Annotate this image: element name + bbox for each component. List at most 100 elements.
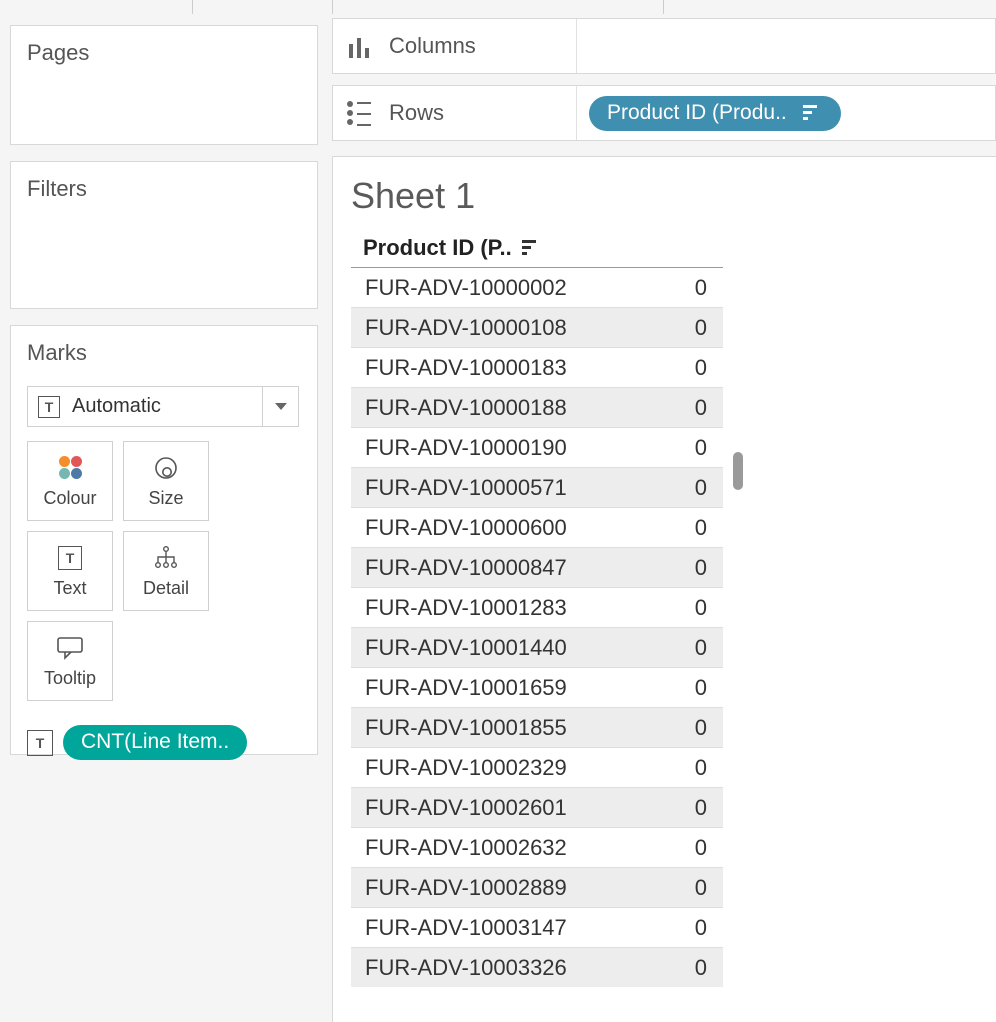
table-row[interactable]: FUR-ADV-10002632 0 bbox=[351, 827, 723, 867]
sort-icon bbox=[803, 105, 823, 121]
chevron-down-icon bbox=[275, 403, 287, 410]
text-mark-icon: T bbox=[38, 396, 60, 418]
tooltip-icon bbox=[56, 634, 84, 662]
product-id-cell: FUR-ADV-10002889 bbox=[365, 875, 567, 901]
product-id-cell: FUR-ADV-10002632 bbox=[365, 835, 567, 861]
table-row[interactable]: FUR-ADV-10001855 0 bbox=[351, 707, 723, 747]
table-row[interactable]: FUR-ADV-10001283 0 bbox=[351, 587, 723, 627]
marks-size-label: Size bbox=[148, 488, 183, 509]
marks-tooltip-button[interactable]: Tooltip bbox=[27, 621, 113, 701]
pages-shelf[interactable]: Pages bbox=[10, 25, 318, 145]
product-id-cell: FUR-ADV-10000190 bbox=[365, 435, 567, 461]
value-cell: 0 bbox=[695, 515, 707, 541]
ribbon-separator bbox=[663, 0, 664, 14]
marks-detail-button[interactable]: Detail bbox=[123, 531, 209, 611]
marks-colour-label: Colour bbox=[43, 488, 96, 509]
table-row[interactable]: FUR-ADV-100006000 bbox=[351, 507, 723, 547]
marks-text-label: Text bbox=[53, 578, 86, 599]
scrollbar-thumb[interactable] bbox=[733, 452, 743, 490]
rows-icon bbox=[347, 101, 375, 125]
value-cell: 0 bbox=[695, 475, 707, 501]
marks-size-button[interactable]: Size bbox=[123, 441, 209, 521]
rows-pill-label: Product ID (Produ.. bbox=[607, 101, 787, 124]
value-cell: 0 bbox=[695, 715, 707, 741]
product-id-cell: FUR-ADV-10000108 bbox=[365, 315, 567, 341]
table-row[interactable]: FUR-ADV-10000188 0 bbox=[351, 387, 723, 427]
marks-title: Marks bbox=[27, 340, 301, 366]
value-cell: 0 bbox=[695, 915, 707, 941]
product-id-cell: FUR-ADV-10001283 bbox=[365, 595, 567, 621]
table-row[interactable]: FUR-ADV-10001440 0 bbox=[351, 627, 723, 667]
product-id-cell: FUR-ADV-10000188 bbox=[365, 395, 567, 421]
value-cell: 0 bbox=[695, 675, 707, 701]
value-cell: 0 bbox=[695, 395, 707, 421]
columns-label: Columns bbox=[389, 33, 476, 59]
size-icon bbox=[152, 454, 180, 482]
product-id-cell: FUR-ADV-10000002 bbox=[365, 275, 567, 301]
product-id-cell: FUR-ADV-10000571 bbox=[365, 475, 567, 501]
view-column-header[interactable]: Product ID (P.. bbox=[363, 235, 996, 261]
worksheet-view[interactable]: Sheet 1 Product ID (P.. FUR-ADV-10000002… bbox=[332, 156, 996, 1022]
value-cell: 0 bbox=[695, 755, 707, 781]
top-ribbon-strip bbox=[0, 0, 996, 14]
columns-icon bbox=[347, 34, 375, 58]
marks-card: Marks T Automatic Colour bbox=[10, 325, 318, 755]
product-id-cell: FUR-ADV-10003326 bbox=[365, 955, 567, 981]
pages-title: Pages bbox=[27, 40, 301, 66]
product-id-cell: FUR-ADV-10001855 bbox=[365, 715, 567, 741]
value-cell: 0 bbox=[695, 955, 707, 981]
value-cell: 0 bbox=[695, 595, 707, 621]
marks-text-pill[interactable]: CNT(Line Item.. bbox=[63, 725, 247, 760]
value-cell: 0 bbox=[695, 315, 707, 341]
product-id-cell: FUR-ADV-10001659 bbox=[365, 675, 567, 701]
value-cell: 0 bbox=[695, 435, 707, 461]
table-row[interactable]: FUR-ADV-10000108 0 bbox=[351, 307, 723, 347]
table-row[interactable]: FUR-ADV-10000847 0 bbox=[351, 547, 723, 587]
marks-type-dropdown[interactable]: T Automatic bbox=[27, 386, 299, 427]
product-id-cell: FUR-ADV-10002601 bbox=[365, 795, 567, 821]
product-id-cell: FUR-ADV-10001440 bbox=[365, 635, 567, 661]
filters-title: Filters bbox=[27, 176, 301, 202]
text-icon: T bbox=[56, 544, 84, 572]
rows-label: Rows bbox=[389, 100, 444, 126]
value-cell: 0 bbox=[695, 555, 707, 581]
rows-pill-product-id[interactable]: Product ID (Produ.. bbox=[589, 96, 841, 131]
ribbon-separator bbox=[332, 0, 333, 14]
value-cell: 0 bbox=[695, 835, 707, 861]
value-cell: 0 bbox=[695, 275, 707, 301]
value-cell: 0 bbox=[695, 795, 707, 821]
sort-icon bbox=[522, 240, 542, 256]
sheet-title[interactable]: Sheet 1 bbox=[351, 175, 996, 217]
rows-shelf[interactable]: Rows Product ID (Produ.. bbox=[332, 85, 996, 141]
view-column-header-text: Product ID (P.. bbox=[363, 235, 512, 261]
value-cell: 0 bbox=[695, 635, 707, 661]
columns-shelf[interactable]: Columns bbox=[332, 18, 996, 74]
marks-colour-button[interactable]: Colour bbox=[27, 441, 113, 521]
product-id-cell: FUR-ADV-10000183 bbox=[365, 355, 567, 381]
marks-type-caret[interactable] bbox=[262, 387, 298, 426]
table-row[interactable]: FUR-ADV-10000190 0 bbox=[351, 427, 723, 467]
table-row[interactable]: FUR-ADV-10000571 0 bbox=[351, 467, 723, 507]
table-row[interactable]: FUR-ADV-10002329 0 bbox=[351, 747, 723, 787]
filters-shelf[interactable]: Filters bbox=[10, 161, 318, 309]
table-row[interactable]: FUR-ADV-10002889 0 bbox=[351, 867, 723, 907]
marks-type-label: Automatic bbox=[72, 395, 161, 418]
marks-tooltip-label: Tooltip bbox=[44, 668, 96, 689]
data-table: FUR-ADV-100000020FUR-ADV-100001080FUR-AD… bbox=[351, 267, 723, 987]
detail-icon bbox=[152, 544, 180, 572]
table-row[interactable]: FUR-ADV-10003326 0 bbox=[351, 947, 723, 987]
table-row[interactable]: FUR-ADV-10002601 0 bbox=[351, 787, 723, 827]
colour-icon bbox=[56, 454, 84, 482]
marks-detail-label: Detail bbox=[143, 578, 189, 599]
table-row[interactable]: FUR-ADV-10000183 0 bbox=[351, 347, 723, 387]
table-row[interactable]: FUR-ADV-10001659 0 bbox=[351, 667, 723, 707]
table-row[interactable]: FUR-ADV-10000002 0 bbox=[351, 267, 723, 307]
product-id-cell: FUR-ADV-10002329 bbox=[365, 755, 567, 781]
value-cell: 0 bbox=[695, 355, 707, 381]
ribbon-separator bbox=[192, 0, 193, 14]
table-row[interactable]: FUR-ADV-100031470 bbox=[351, 907, 723, 947]
marks-text-button[interactable]: T Text bbox=[27, 531, 113, 611]
value-cell: 0 bbox=[695, 875, 707, 901]
product-id-cell: FUR-ADV-10000847 bbox=[365, 555, 567, 581]
vertical-scrollbar[interactable] bbox=[733, 452, 743, 1022]
